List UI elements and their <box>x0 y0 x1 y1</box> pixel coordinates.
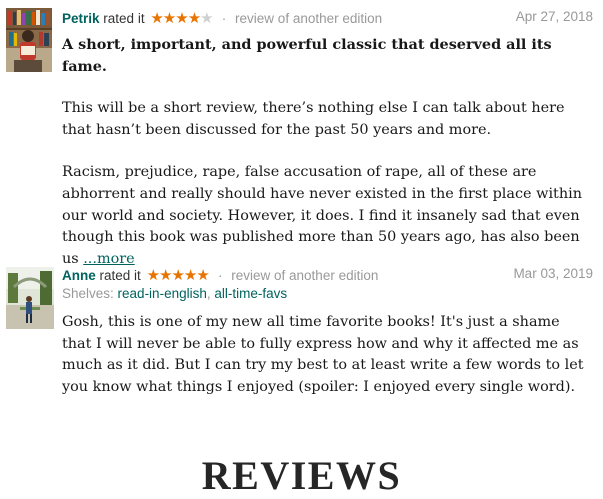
rated-label: rated it <box>103 11 145 26</box>
more-link[interactable]: ...more <box>83 251 134 267</box>
star-icon: ★ <box>175 10 188 27</box>
review-date[interactable]: Mar 03, 2019 <box>513 266 593 281</box>
star-icon: ★ <box>146 267 160 284</box>
edition-note: review of another edition <box>235 11 383 26</box>
review-paragraph: This will be a short review, there’s not… <box>62 100 565 138</box>
review-body: Gosh, this is one of my new all time fav… <box>62 312 592 419</box>
reviewer-name[interactable]: Petrik <box>62 11 100 26</box>
edition-note: review of another edition <box>231 268 379 283</box>
reviewer-name[interactable]: Anne <box>62 268 96 283</box>
star-icon: ★ <box>187 10 201 27</box>
star-icon: ★ <box>159 267 172 284</box>
review-header: Petrik rated it ★★★★★ · review of anothe… <box>62 9 597 29</box>
rating-stars: ★★★★★ <box>150 10 215 27</box>
star-icon: ★ <box>150 10 163 27</box>
separator-dot: · <box>221 11 227 26</box>
rated-label: rated it <box>99 268 141 283</box>
review-title: A short, important, and powerful classic… <box>62 36 552 75</box>
review-paragraph-wrap: Racism, prejudice, rape, false accusatio… <box>62 162 592 270</box>
review-paragraph: Gosh, this is one of my new all time fav… <box>62 314 584 395</box>
shelves-label: Shelves: <box>62 286 114 301</box>
separator-dot: · <box>218 268 223 283</box>
review-header: Anne rated it ★★★★★ · review of another … <box>62 266 597 286</box>
star-icon: ★ <box>171 267 184 284</box>
star-empty-icon: ★ <box>200 10 213 27</box>
avatar[interactable] <box>6 8 52 72</box>
avatar[interactable] <box>6 267 54 329</box>
star-icon: ★ <box>196 267 209 284</box>
star-icon: ★ <box>162 10 176 27</box>
shelves-line: Shelves: read-in-english, all-time-favs <box>62 286 288 301</box>
review-body: A short, important, and powerful classic… <box>62 34 592 291</box>
rating-stars: ★★★★★ <box>147 267 212 284</box>
shelf-link-all-time-favs[interactable]: all-time-favs <box>214 286 287 301</box>
star-icon: ★ <box>183 267 197 284</box>
review-date[interactable]: Apr 27, 2018 <box>516 9 593 24</box>
shelf-link-read-in-english[interactable]: read-in-english <box>118 286 207 301</box>
review-paragraph: Racism, prejudice, rape, false accusatio… <box>62 164 582 267</box>
reviews-banner: REVIEWS <box>201 453 402 498</box>
